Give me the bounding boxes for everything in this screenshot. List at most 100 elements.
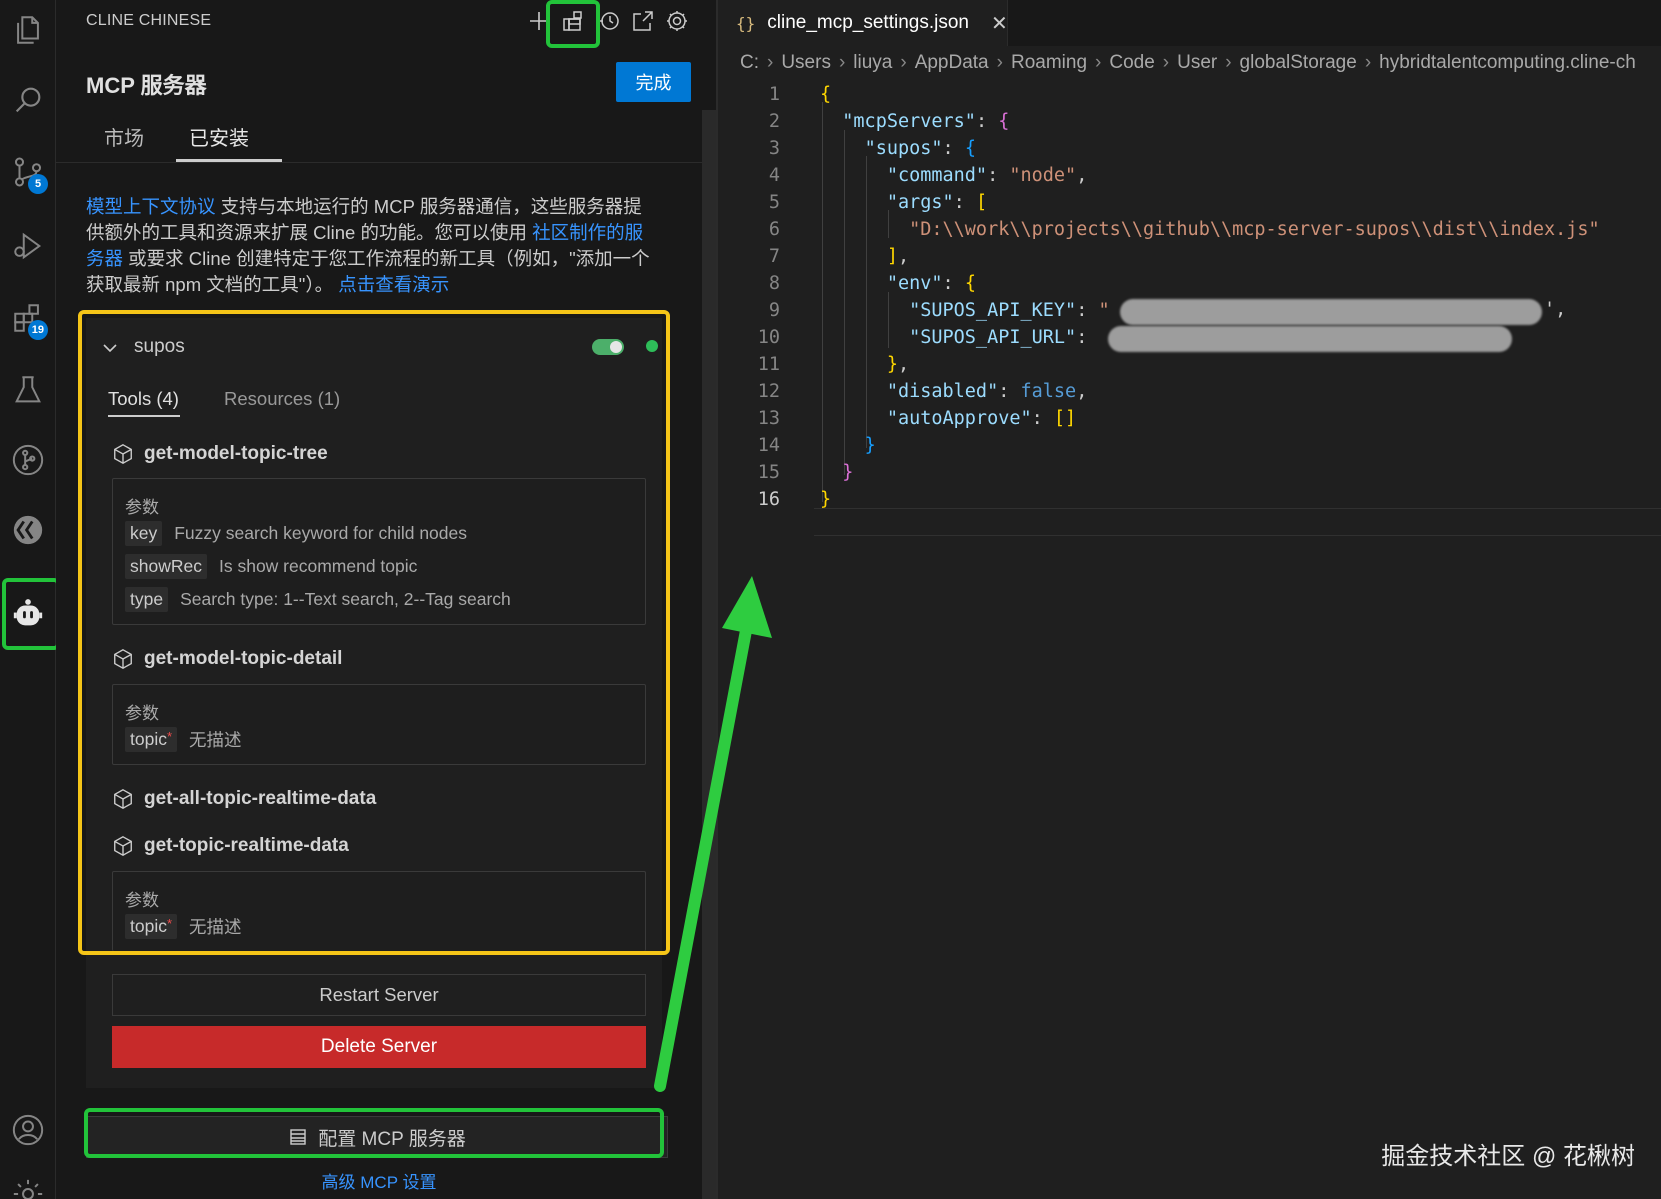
- tab-installed[interactable]: 已安装: [189, 122, 249, 151]
- git-graph-icon: [12, 444, 44, 476]
- remote-button[interactable]: [0, 502, 56, 558]
- breadcrumb-item[interactable]: C:: [740, 52, 759, 73]
- redacted-api-url: [1108, 326, 1512, 352]
- code-text: "disabled": false,: [886, 380, 1088, 402]
- git-graph-button[interactable]: [0, 432, 56, 488]
- line-number: 16: [757, 488, 780, 510]
- json-key: "env": [886, 272, 943, 294]
- json-array: []: [1053, 407, 1077, 429]
- history-icon: [600, 12, 619, 30]
- line-number: 12: [757, 380, 780, 402]
- chevron-right-icon: ›: [900, 52, 907, 73]
- breadcrumb-item[interactable]: liuya: [853, 52, 892, 73]
- json-key: "mcpServers": [842, 110, 976, 132]
- code-text: {: [820, 83, 832, 105]
- tabs-divider: [56, 162, 702, 163]
- done-button[interactable]: 完成: [616, 62, 691, 102]
- json-key: "disabled": [886, 380, 999, 402]
- code-line: 13 "autoApprove": []: [718, 404, 1661, 432]
- settings-button[interactable]: [662, 6, 692, 36]
- manage-button[interactable]: [0, 1166, 56, 1199]
- chevron-right-icon: ›: [838, 52, 846, 73]
- code-line: 12 "disabled": false,: [718, 377, 1661, 405]
- code-line: 5 "args": [: [718, 188, 1661, 216]
- editor: {} cline_mcp_settings.json ✕ C: › Users › li…: [718, 0, 1661, 1199]
- history-button[interactable]: [594, 6, 624, 36]
- line-number: 13: [757, 407, 780, 429]
- breadcrumb-item[interactable]: Roaming: [1011, 52, 1087, 73]
- code-text: }: [864, 434, 876, 456]
- panel-header-title: CLINE CHINESE: [86, 12, 212, 29]
- advanced-mcp-settings-link[interactable]: 高级 MCP 设置: [56, 1168, 702, 1193]
- line-number: 11: [757, 353, 780, 375]
- line-number: 2: [768, 110, 780, 132]
- editor-tab-title: cline_mcp_settings.json: [767, 12, 969, 33]
- activity-bar: 5 19: [0, 0, 60, 1199]
- chevron-right-icon: ›: [1225, 52, 1232, 73]
- files-icon: [17, 16, 39, 44]
- json-key: "SUPOS_API_KEY": [909, 299, 1077, 321]
- line-number: 4: [768, 164, 780, 186]
- line-number: 5: [768, 191, 780, 213]
- json-key: "command": [886, 164, 988, 186]
- explorer-button[interactable]: [0, 2, 56, 58]
- code-text: }: [820, 488, 832, 510]
- popout-icon: [633, 11, 653, 31]
- code-text: "SUPOS_API_URL":: [909, 326, 1099, 348]
- extensions-button[interactable]: 19: [0, 290, 56, 346]
- source-control-button[interactable]: 5: [0, 144, 56, 200]
- code-text: "args": [: [886, 191, 988, 213]
- run-debug-button[interactable]: [0, 218, 56, 274]
- delete-server-button[interactable]: Delete Server: [112, 1026, 646, 1068]
- code-text: "D:\\work\\projects\\github\\mcp-server-…: [820, 219, 1600, 240]
- code-text: }: [842, 461, 854, 483]
- demo-link[interactable]: 点击查看演示: [338, 274, 449, 295]
- close-icon[interactable]: ✕: [991, 11, 1008, 36]
- line-number: 6: [768, 218, 780, 240]
- code-text: "SUPOS_API_KEY": ": [909, 299, 1110, 321]
- popout-button[interactable]: [628, 6, 658, 36]
- redacted-api-key: [1120, 299, 1542, 325]
- code-line: 3 "supos": {: [718, 134, 1661, 162]
- chevron-right-icon: ›: [767, 52, 774, 73]
- code-line: 2 "mcpServers": {: [718, 107, 1661, 135]
- breadcrumb-item[interactable]: User: [1177, 52, 1217, 73]
- account-icon: [12, 1114, 44, 1146]
- line-number: 15: [757, 461, 780, 483]
- line-number: 3: [768, 137, 780, 159]
- json-key: "autoApprove": [886, 407, 1032, 429]
- json-key: "args": [886, 191, 954, 213]
- settings-icon: [667, 11, 687, 31]
- code-text: },: [886, 353, 910, 375]
- intro-text: 模型上下文协议 支持与本地运行的 MCP 服务器通信，这些服务器提供额外的工具和…: [86, 194, 656, 298]
- extensions-badge: 19: [27, 320, 48, 340]
- panel-scrollbar[interactable]: [702, 110, 716, 1199]
- code-text: "mcpServers": {: [842, 110, 1010, 132]
- accounts-button[interactable]: [0, 1102, 56, 1158]
- code-line: 8 "env": {: [718, 269, 1661, 297]
- editor-tab[interactable]: {} cline_mcp_settings.json ✕: [718, 0, 1008, 46]
- line-number: 14: [757, 434, 780, 456]
- code-text: ],: [886, 245, 910, 267]
- beaker-icon: [15, 376, 41, 403]
- search-button[interactable]: [0, 72, 56, 128]
- breadcrumb-item[interactable]: AppData: [915, 52, 989, 73]
- tab-marketplace[interactable]: 市场: [104, 122, 144, 151]
- chevron-right-icon: ›: [1162, 52, 1170, 73]
- code-line: 14 }: [718, 431, 1661, 459]
- breadcrumb-item[interactable]: Code: [1109, 52, 1154, 73]
- breadcrumb-item[interactable]: globalStorage: [1240, 52, 1357, 73]
- testing-button[interactable]: [0, 362, 56, 418]
- code-line: 7 ],: [718, 242, 1661, 270]
- restart-server-button[interactable]: Restart Server: [112, 974, 646, 1016]
- configure-highlight-box: [84, 1108, 664, 1158]
- mcp-protocol-link[interactable]: 模型上下文协议: [86, 196, 216, 217]
- remote-icon: [13, 515, 43, 545]
- json-key: "supos": [864, 137, 943, 159]
- search-icon: [15, 87, 41, 113]
- line-number: 7: [768, 245, 780, 267]
- code-text: "env": {: [886, 272, 976, 294]
- breadcrumb-item[interactable]: hybridtalentcomputing.cline-ch: [1379, 52, 1636, 73]
- breadcrumb-item[interactable]: Users: [781, 52, 831, 73]
- json-string: "D:\\work\\projects\\github\\mcp-server-…: [909, 218, 1600, 240]
